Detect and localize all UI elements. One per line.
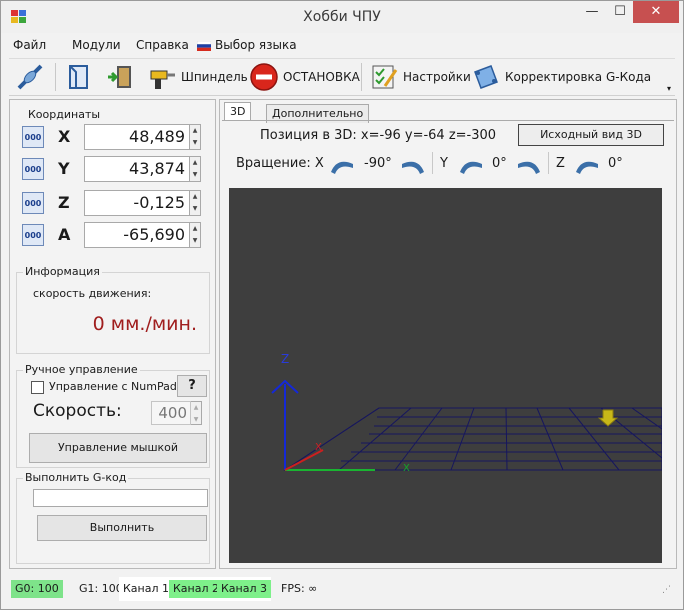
exit-button[interactable]	[105, 61, 135, 93]
stop-button[interactable]: ОСТАНОВКА	[249, 61, 360, 93]
rot-y-label: Y	[440, 156, 448, 171]
menu-help[interactable]: Справка	[136, 38, 189, 52]
fps-status: FPS: ∞	[281, 582, 318, 595]
connect-button[interactable]	[15, 61, 45, 93]
toolbar-overflow-icon[interactable]: ▾	[667, 84, 671, 93]
zero-x-button[interactable]: 000	[22, 126, 44, 148]
gcode-label: Выполнить G-код	[23, 471, 129, 484]
rotate-x-right-icon[interactable]	[398, 154, 428, 176]
close-icon: ✕	[650, 4, 662, 19]
info-group: Информация скорость движения: 0 мм./мин.	[16, 265, 210, 354]
spindle-label: Шпиндель	[181, 70, 248, 84]
document-icon	[69, 65, 88, 89]
menu-modules[interactable]: Модули	[72, 38, 121, 52]
stop-icon	[250, 63, 278, 91]
coordinates-group: Координаты 000 X 48,489 ▲ ▼ 000 Y 43,874 …	[10, 100, 215, 255]
resize-grip-icon[interactable]: ⋰	[662, 585, 671, 595]
gcode-correction-button[interactable]: Корректировка G-Кода	[471, 61, 651, 93]
coord-a-spinner[interactable]: ▲ ▼	[190, 222, 201, 248]
rotate-y-left-icon[interactable]	[456, 154, 486, 176]
info-label: Информация	[23, 265, 102, 278]
coord-z-spinner[interactable]: ▲ ▼	[190, 190, 201, 216]
rotate-y-right-icon[interactable]	[514, 154, 544, 176]
axis-x-label: X	[58, 127, 71, 146]
coord-a-field[interactable]: -65,690	[84, 222, 190, 248]
left-panel: Координаты 000 X 48,489 ▲ ▼ 000 Y 43,874 …	[9, 99, 216, 569]
view-panel: 3D Дополнительно Позиция в 3D: x=-96 y=-…	[219, 99, 677, 569]
title-bar: Хобби ЧПУ — ☐ ✕	[1, 1, 683, 33]
coord-y-field[interactable]: 43,874	[84, 156, 190, 182]
axis-z-text: Z	[281, 352, 289, 366]
tab-3d[interactable]: 3D	[224, 102, 252, 121]
speed-caption: скорость движения:	[33, 287, 152, 300]
3d-scene: Z X X	[271, 352, 662, 474]
speed-label: Скорость:	[33, 401, 122, 421]
manual-label: Ручное управление	[23, 363, 140, 376]
minimize-button[interactable]: —	[579, 1, 605, 23]
mouse-control-button[interactable]: Управление мышкой	[29, 433, 207, 463]
maximize-icon: ☐	[614, 4, 626, 19]
coord-x-field[interactable]: 48,489	[84, 124, 190, 150]
menu-file[interactable]: Файл	[13, 38, 46, 52]
rotate-x-left-icon[interactable]	[327, 154, 357, 176]
gcode-map-icon	[474, 65, 498, 89]
gcode-input[interactable]	[33, 489, 208, 507]
open-file-button[interactable]	[63, 61, 93, 93]
rot-x-value: -90°	[364, 156, 392, 171]
gcode-group: Выполнить G-код Выполнить	[16, 471, 210, 564]
status-bar: G0: 100 G1: 100 Канал 1 Канал 2 Канал 3 …	[9, 577, 677, 603]
menu-language[interactable]: Выбор языка	[215, 38, 297, 52]
3d-viewport[interactable]: Z X X	[229, 188, 662, 563]
numpad-checkbox[interactable]	[31, 381, 44, 394]
run-button[interactable]: Выполнить	[37, 515, 207, 541]
axis-z-label: Z	[58, 193, 70, 212]
app-window: Хобби ЧПУ — ☐ ✕ Файл Модули Справка Выбо…	[0, 0, 684, 610]
zero-a-button[interactable]: 000	[22, 224, 44, 246]
reset-view-button[interactable]: Исходный вид 3D	[518, 124, 664, 146]
manual-control-group: Ручное управление Управление с NumPad ? …	[16, 363, 210, 468]
axis-a-label: A	[58, 225, 71, 244]
gcode-label: Корректировка G-Кода	[505, 70, 652, 84]
maximize-button[interactable]: ☐	[607, 1, 633, 23]
rot-z-label: Z	[556, 156, 565, 171]
g0-status: G0: 100	[11, 580, 63, 598]
axis-x-green-text: X	[403, 463, 410, 474]
close-button[interactable]: ✕	[633, 1, 679, 23]
rotate-z-icon[interactable]	[572, 154, 602, 176]
axis-y-label: Y	[58, 159, 70, 178]
rot-y-value: 0°	[492, 156, 507, 171]
rot-z-value: 0°	[608, 156, 623, 171]
position-readout: Позиция в 3D: x=-96 y=-64 z=-300	[260, 128, 497, 143]
channel-3-status: Канал 3	[217, 580, 272, 598]
stop-label: ОСТАНОВКА	[283, 70, 360, 84]
channel-2-status: Канал 2	[169, 580, 224, 598]
coord-x-spinner[interactable]: ▲ ▼	[190, 124, 201, 150]
drill-icon	[150, 70, 175, 89]
settings-checklist-icon	[372, 65, 398, 89]
russian-flag-icon	[196, 40, 212, 51]
zero-y-button[interactable]: 000	[22, 158, 44, 180]
help-button[interactable]: ?	[177, 375, 207, 397]
rotation-label: Вращение: X	[236, 156, 324, 171]
settings-label: Настройки	[403, 70, 471, 84]
speed-spinner[interactable]: ▲ ▼	[191, 401, 202, 425]
channel-1-status: Канал 1	[119, 580, 174, 598]
exit-door-icon	[108, 66, 131, 88]
toolbar: Шпиндель ОСТАНОВКА Настройки Корректиров…	[9, 58, 675, 96]
speed-readout: 0 мм./мин.	[92, 313, 197, 335]
settings-button[interactable]: Настройки	[369, 61, 471, 93]
axis-x-red-text: X	[315, 442, 322, 453]
menu-bar: Файл Модули Справка Выбор языка	[9, 35, 675, 57]
coord-y-spinner[interactable]: ▲ ▼	[190, 156, 201, 182]
numpad-label: Управление с NumPad	[49, 380, 177, 393]
minimize-icon: —	[585, 4, 599, 19]
coordinates-label: Координаты	[28, 108, 101, 121]
connect-icon	[17, 64, 43, 90]
speed-field[interactable]: 400	[151, 401, 191, 425]
spindle-button[interactable]: Шпиндель	[147, 61, 248, 93]
coord-z-field[interactable]: -0,125	[84, 190, 190, 216]
zero-z-button[interactable]: 000	[22, 192, 44, 214]
